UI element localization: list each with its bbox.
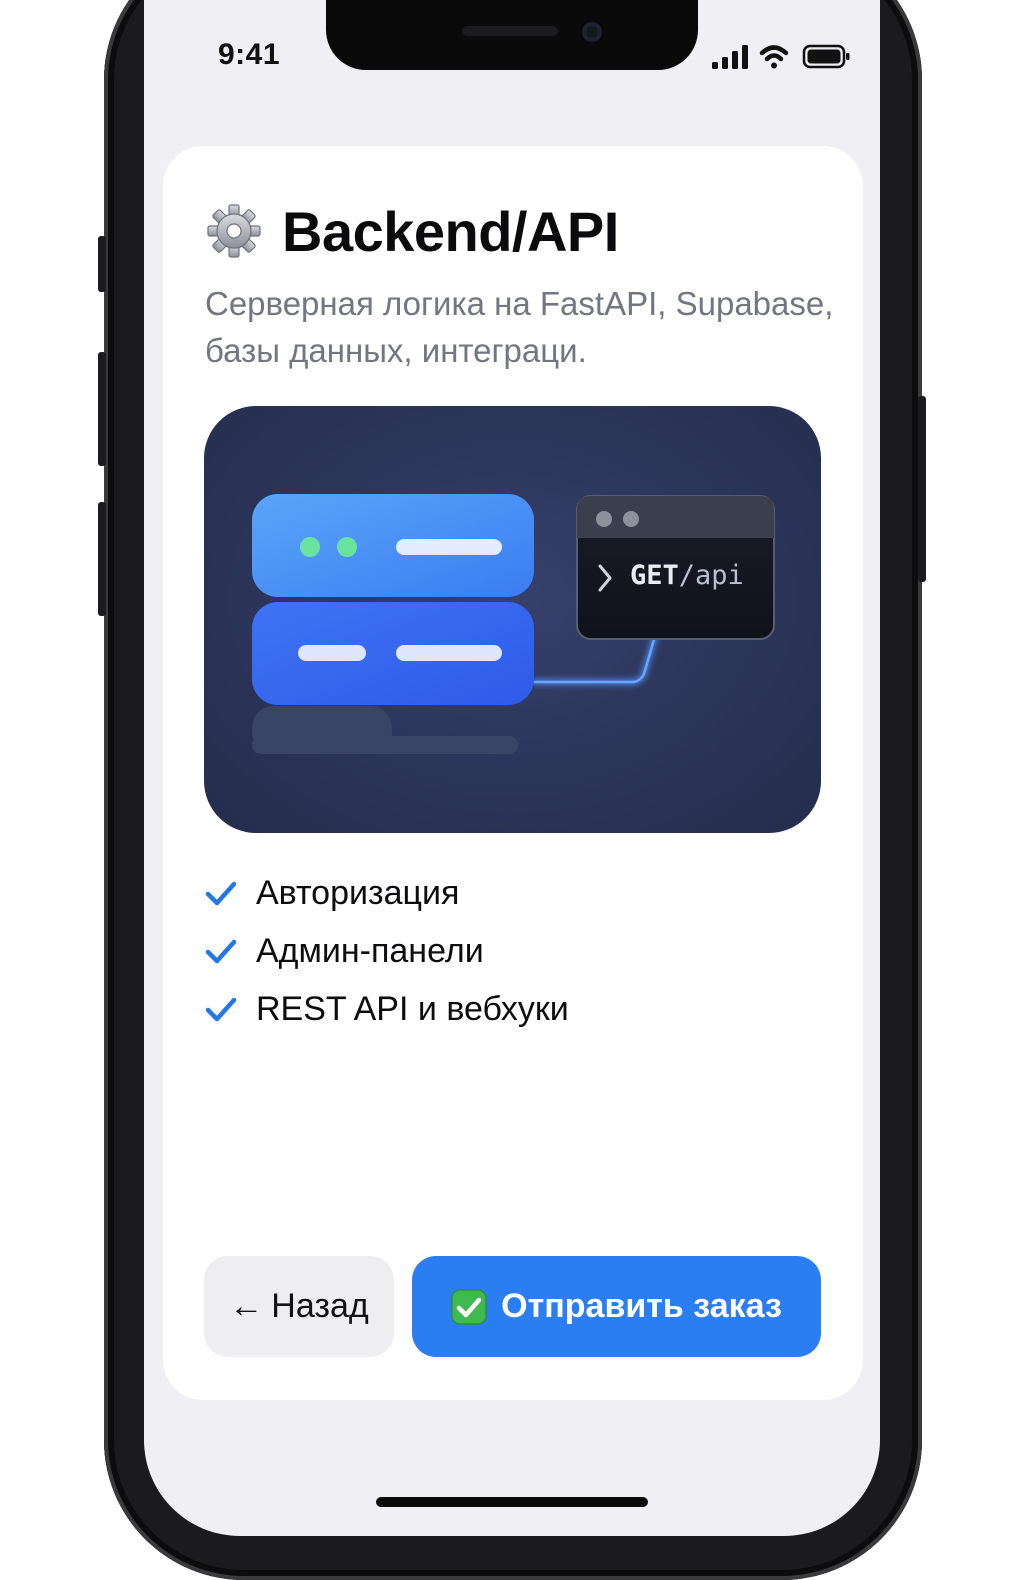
power-button xyxy=(918,396,926,582)
feature-label: Авторизация xyxy=(256,873,460,912)
status-icons xyxy=(712,44,850,69)
checkmark-icon xyxy=(205,997,237,1022)
feature-item: Админ-панели xyxy=(204,922,824,980)
check-badge-icon xyxy=(451,1288,487,1325)
server-unit-bottom xyxy=(252,602,534,705)
backend-illustration xyxy=(204,406,821,833)
server-terminal-graphic xyxy=(252,494,775,754)
home-indicator xyxy=(376,1497,648,1507)
page-title: Backend/API xyxy=(282,199,619,263)
volume-down-button xyxy=(98,502,106,616)
front-camera xyxy=(582,22,602,42)
cellular-signal-icon xyxy=(712,45,748,69)
gear-icon xyxy=(207,204,261,258)
submit-order-button[interactable]: Отправить заказ xyxy=(412,1256,821,1357)
feature-item: REST API и вебхуки xyxy=(204,980,824,1038)
back-button-label: Назад xyxy=(271,1287,369,1325)
wifi-icon xyxy=(759,45,789,69)
checkmark-icon xyxy=(205,939,237,964)
server-unit-top xyxy=(252,494,534,597)
terminal-command: GET/api xyxy=(630,560,744,591)
feature-label: REST API и вебхуки xyxy=(256,989,569,1028)
action-button xyxy=(98,236,106,292)
checkmark-icon xyxy=(205,881,237,906)
terminal-method: GET xyxy=(630,560,679,591)
battery-icon xyxy=(802,44,850,69)
status-light-icon xyxy=(300,537,320,557)
back-arrow-icon: ← xyxy=(229,1287,264,1325)
title-row: Backend/API xyxy=(206,196,619,266)
status-light-icon xyxy=(337,537,357,557)
back-button[interactable]: ← Назад xyxy=(204,1256,394,1357)
earpiece-speaker xyxy=(462,26,558,36)
volume-up-button xyxy=(98,352,106,466)
feature-list: Авторизация Админ-панели REST API и вебх… xyxy=(204,864,824,1038)
submit-button-label: Отправить заказ xyxy=(501,1287,782,1325)
feature-item: Авторизация xyxy=(204,864,824,922)
server-base xyxy=(252,706,518,754)
feature-label: Админ-панели xyxy=(256,931,484,970)
page-subtitle: Серверная логика на FastAPI, Supabase, б… xyxy=(205,285,834,369)
terminal-path: /api xyxy=(678,560,744,591)
status-time: 9:41 xyxy=(218,38,281,71)
